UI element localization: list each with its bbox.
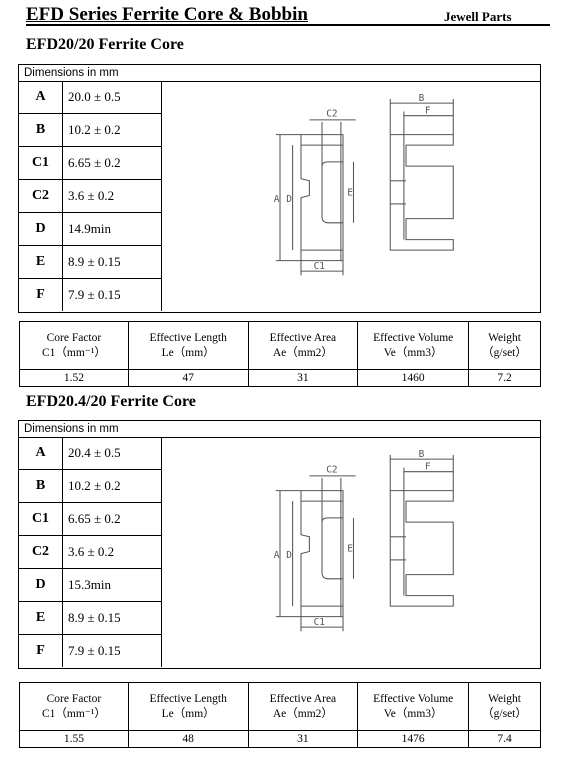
dimension-row: E 8.9 ± 0.15 (19, 601, 162, 635)
label-d: D (286, 194, 292, 205)
properties-table: Core Factor C1（mm⁻¹） Effective Length Le（mm… (19, 321, 541, 387)
dimension-value: 14.9min (62, 212, 162, 246)
dimension-row: D 15.3min (19, 568, 162, 602)
dimension-key: C2 (19, 535, 63, 569)
property-header: Effective Length Le（mm） (127, 321, 249, 370)
dimension-value: 20.0 ± 0.5 (62, 81, 162, 114)
label-f: F (425, 106, 431, 117)
dimension-key: E (19, 601, 63, 635)
dimension-value: 20.4 ± 0.5 (62, 437, 162, 470)
dimension-row: F 7.9 ± 0.15 (19, 278, 162, 311)
property-header: Effective Length Le（mm） (127, 682, 249, 731)
properties-table: Core Factor C1（mm⁻¹） Effective Length Le（mm… (19, 682, 541, 748)
dimension-key: F (19, 278, 63, 311)
label-d: D (286, 550, 292, 561)
label-c2: C2 (326, 465, 337, 476)
dimension-row: C2 3.6 ± 0.2 (19, 535, 162, 569)
dimension-row: C2 3.6 ± 0.2 (19, 179, 162, 213)
section-title: EFD20.4/20 Ferrite Core (26, 393, 196, 410)
property-value: 1476 (357, 730, 470, 748)
dimension-key: E (19, 245, 63, 279)
dimensions-header: Dimensions in mm (19, 421, 540, 438)
property-value: 31 (247, 730, 359, 748)
dimension-value: 3.6 ± 0.2 (62, 179, 162, 213)
dimensions-table: Dimensions in mm A 20.4 ± 0.5 B 10.2 ± 0.2 C1… (18, 420, 541, 669)
label-b: B (419, 449, 425, 460)
dimension-key: C1 (19, 146, 63, 180)
property-header: Effective Volume Ve（mm3） (357, 682, 470, 731)
label-c2: C2 (326, 109, 337, 120)
dimension-key: C1 (19, 502, 63, 536)
front-view: B F (389, 93, 454, 251)
dimension-key: B (19, 469, 63, 503)
side-view: C2 C1 A D E (274, 465, 356, 632)
dimension-row: A 20.0 ± 0.5 (19, 81, 162, 114)
dimension-row: E 8.9 ± 0.15 (19, 245, 162, 279)
dimension-value: 10.2 ± 0.2 (62, 113, 162, 147)
label-c1: C1 (314, 261, 326, 272)
label-f: F (425, 462, 431, 473)
property-value: 47 (127, 369, 249, 387)
dimension-row: A 20.4 ± 0.5 (19, 437, 162, 470)
dimension-value: 10.2 ± 0.2 (62, 469, 162, 503)
property-header: Core Factor C1（mm⁻¹） (19, 682, 129, 731)
document-title: EFD Series Ferrite Core & Bobbin (26, 4, 308, 25)
label-c1: C1 (314, 617, 326, 628)
dimension-key: F (19, 634, 63, 667)
dimension-key: B (19, 113, 63, 147)
front-view: B F (389, 449, 454, 607)
core-dimension-drawing: C2 C1 A D E B F (274, 449, 454, 632)
property-header: Effective Area Ae（mm2） (247, 682, 359, 731)
property-value: 1.55 (19, 730, 129, 748)
dimension-key: D (19, 212, 63, 246)
property-header: Weight （g/set） (468, 682, 541, 731)
property-header: Core Factor C1（mm⁻¹） (19, 321, 129, 370)
property-header: Effective Volume Ve（mm3） (357, 321, 470, 370)
property-value: 1.52 (19, 369, 129, 387)
property-value: 1460 (357, 369, 470, 387)
side-view: C2 C1 A D E (274, 109, 356, 276)
dimension-key: D (19, 568, 63, 602)
label-a: A (274, 550, 280, 561)
dimension-value: 8.9 ± 0.15 (62, 245, 162, 279)
dimension-key: A (19, 81, 63, 114)
property-value: 31 (247, 369, 359, 387)
dimension-value: 7.9 ± 0.15 (62, 278, 162, 311)
dimension-row: C1 6.65 ± 0.2 (19, 146, 162, 180)
dimension-row: D 14.9min (19, 212, 162, 246)
header-rule (26, 24, 550, 26)
property-header: Weight （g/set） (468, 321, 541, 370)
label-b: B (419, 93, 425, 104)
dimension-value: 6.65 ± 0.2 (62, 502, 162, 536)
dimensions-header: Dimensions in mm (19, 65, 540, 82)
dimension-value: 6.65 ± 0.2 (62, 146, 162, 180)
label-e: E (347, 544, 353, 555)
dimension-row: C1 6.65 ± 0.2 (19, 502, 162, 536)
dimension-value: 7.9 ± 0.15 (62, 634, 162, 667)
core-dimension-drawing: C2 C1 A D E B F (274, 93, 454, 276)
dimension-value: 3.6 ± 0.2 (62, 535, 162, 569)
section-title: EFD20/20 Ferrite Core (26, 36, 184, 53)
dimension-key: A (19, 437, 63, 470)
property-header: Effective Area Ae（mm2） (247, 321, 359, 370)
property-value: 7.4 (468, 730, 541, 748)
property-value: 48 (127, 730, 249, 748)
dimension-value: 15.3min (62, 568, 162, 602)
dimension-row: F 7.9 ± 0.15 (19, 634, 162, 667)
brand-name: Jewell Parts (444, 9, 512, 24)
dimensions-table: Dimensions in mm A 20.0 ± 0.5 B 10.2 ± 0.2 C1… (18, 64, 541, 313)
dimension-value: 8.9 ± 0.15 (62, 601, 162, 635)
label-e: E (347, 188, 353, 199)
dimension-row: B 10.2 ± 0.2 (19, 469, 162, 503)
property-value: 7.2 (468, 369, 541, 387)
label-a: A (274, 194, 280, 205)
dimension-row: B 10.2 ± 0.2 (19, 113, 162, 147)
dimension-key: C2 (19, 179, 63, 213)
